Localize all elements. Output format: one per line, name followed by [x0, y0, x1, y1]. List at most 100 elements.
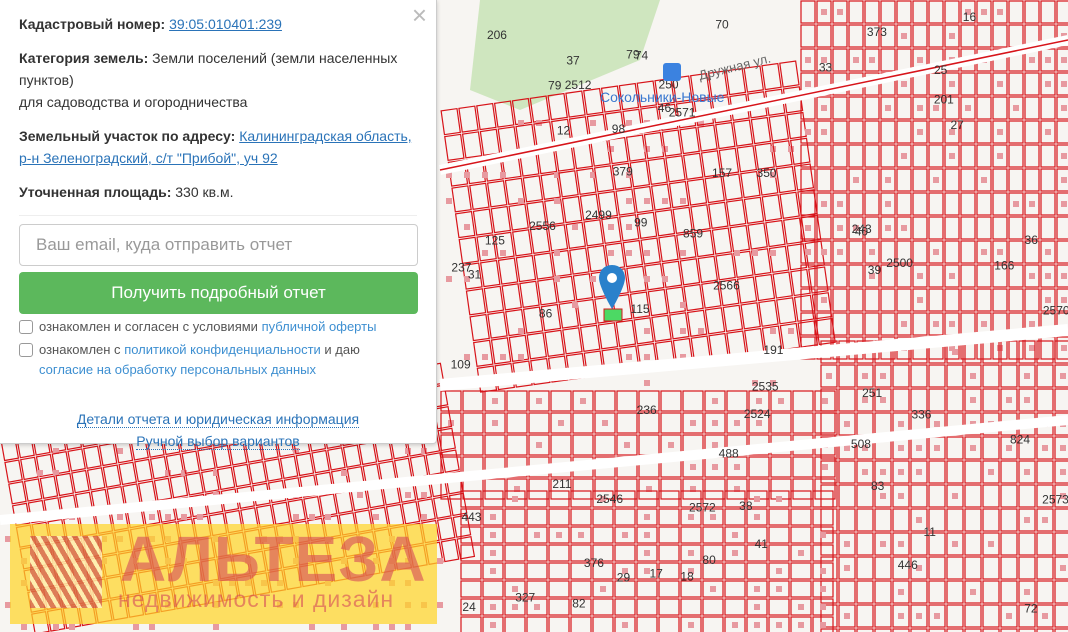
- plot-number: 2524: [744, 407, 771, 421]
- building: [710, 586, 716, 592]
- building: [490, 550, 496, 556]
- building: [844, 541, 850, 547]
- privacy-checkbox[interactable]: [19, 343, 33, 357]
- building: [626, 120, 632, 126]
- building: [880, 493, 886, 499]
- building: [898, 421, 904, 427]
- building: [770, 328, 776, 334]
- building: [952, 541, 958, 547]
- building: [1024, 373, 1030, 379]
- building: [680, 198, 686, 204]
- privacy-link[interactable]: политикой конфиденциальности: [124, 342, 321, 357]
- building: [885, 201, 891, 207]
- building: [821, 297, 827, 303]
- plot-number: 86: [539, 307, 553, 321]
- building: [820, 568, 826, 574]
- plot-number: 11: [923, 525, 936, 539]
- cadastral-link[interactable]: 39:05:010401:239: [169, 16, 282, 32]
- plot-number: 2571: [669, 106, 696, 120]
- building: [752, 250, 758, 256]
- category-row: Категория земель: Земли поселений (земли…: [19, 47, 417, 113]
- building: [949, 273, 955, 279]
- building: [518, 328, 524, 334]
- building: [732, 622, 738, 628]
- building: [837, 201, 843, 207]
- building: [981, 9, 987, 15]
- building: [901, 153, 907, 159]
- building: [1060, 565, 1066, 571]
- building: [626, 224, 632, 230]
- building: [862, 373, 868, 379]
- manual-selection-link[interactable]: Ручной выбор вариантов: [136, 433, 300, 450]
- plot-number: 2512: [565, 78, 592, 92]
- offer-checkbox[interactable]: [19, 320, 33, 334]
- building: [578, 532, 584, 538]
- building: [820, 622, 826, 628]
- map-marker-icon[interactable]: [599, 265, 625, 309]
- building: [754, 496, 760, 502]
- building: [952, 349, 958, 355]
- building: [712, 420, 718, 426]
- building: [1024, 517, 1030, 523]
- get-report-button[interactable]: Получить подробный отчет: [19, 272, 418, 314]
- plot-number: 37: [566, 54, 580, 68]
- building: [608, 146, 614, 152]
- building: [981, 249, 987, 255]
- building: [389, 624, 395, 630]
- building: [756, 398, 762, 404]
- plot-number: 29: [617, 570, 631, 584]
- plot-number: 109: [451, 358, 471, 372]
- plot-number: 80: [702, 553, 716, 567]
- building: [917, 57, 923, 63]
- building: [1006, 613, 1012, 619]
- plot-number: 2546: [596, 492, 623, 506]
- building: [869, 249, 875, 255]
- plot-number: 24: [462, 600, 476, 614]
- privacy-checkbox-row: ознакомлен с политикой конфиденциальност…: [19, 340, 417, 380]
- building: [798, 550, 804, 556]
- building: [446, 276, 452, 282]
- building: [626, 198, 632, 204]
- building: [622, 532, 628, 538]
- building: [934, 445, 940, 451]
- building: [821, 9, 827, 15]
- building: [357, 492, 363, 498]
- building: [1042, 613, 1048, 619]
- building: [608, 224, 614, 230]
- building: [558, 420, 564, 426]
- details-link[interactable]: Детали отчета и юридическая информация: [76, 411, 360, 428]
- email-input[interactable]: [19, 224, 418, 266]
- building: [688, 622, 694, 628]
- building: [776, 568, 782, 574]
- building: [1029, 273, 1035, 279]
- train-station-icon[interactable]: [663, 63, 681, 81]
- watermark-title: АЛЬТЕЗА: [120, 523, 427, 595]
- building: [934, 421, 940, 427]
- building: [916, 445, 922, 451]
- building: [981, 177, 987, 183]
- building: [754, 586, 760, 592]
- building: [712, 442, 718, 448]
- plot-number: 2566: [713, 279, 740, 293]
- offer-link[interactable]: публичной оферты: [262, 319, 377, 334]
- building: [1061, 273, 1067, 279]
- building: [754, 604, 760, 610]
- building: [580, 398, 586, 404]
- building: [662, 198, 668, 204]
- building: [788, 328, 794, 334]
- close-icon[interactable]: ×: [412, 2, 427, 28]
- building: [373, 624, 379, 630]
- building: [821, 201, 827, 207]
- building: [668, 442, 674, 448]
- plot-number: 2572: [689, 501, 716, 515]
- consent-link[interactable]: согласие на обработку персональных данны…: [39, 362, 316, 377]
- building: [556, 532, 562, 538]
- building: [820, 586, 826, 592]
- building: [776, 496, 782, 502]
- plot-number: 166: [994, 259, 1014, 273]
- building: [421, 492, 427, 498]
- selected-parcel[interactable]: [603, 308, 623, 322]
- plot-number: 41: [755, 537, 769, 551]
- building: [500, 354, 506, 360]
- building: [490, 622, 496, 628]
